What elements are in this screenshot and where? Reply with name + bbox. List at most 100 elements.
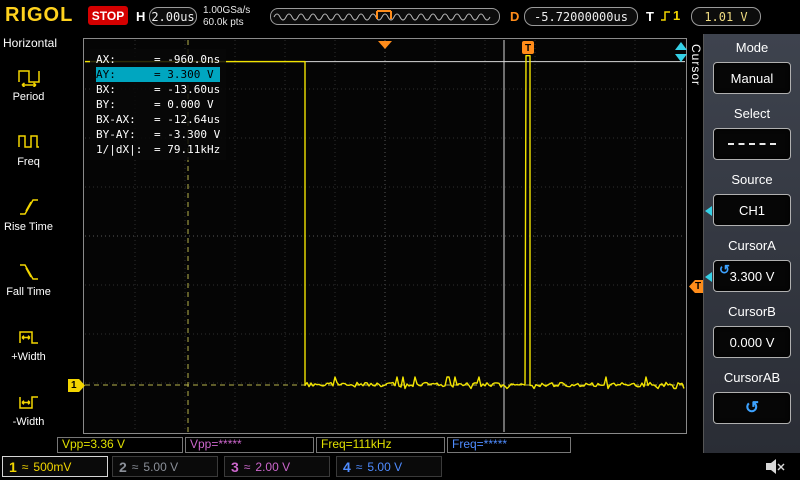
freq-icon xyxy=(17,134,39,148)
channel-number: 3 xyxy=(231,458,239,475)
menu-section-header: Select xyxy=(733,106,771,121)
sidebar-item-period[interactable]: Period xyxy=(0,52,57,117)
menu-section-cursor-a: CursorA ↺ 3.300 V xyxy=(704,236,800,302)
trigger-level-value[interactable]: 1.01 V xyxy=(691,7,761,26)
sidebar-item-label: Freq xyxy=(17,155,40,168)
channel4-block[interactable]: 4 ≈ 5.00 V xyxy=(336,456,442,477)
cursor-ab-button[interactable]: ↺ xyxy=(713,392,791,424)
menu-section-header: CursorA xyxy=(728,238,776,253)
measurement-vpp-ch3: Vpp=***** xyxy=(185,437,314,453)
select-button[interactable] xyxy=(713,128,791,160)
trigger-source-channel: 1 xyxy=(673,8,681,23)
coupling-icon: ≈ xyxy=(131,459,139,474)
cursor-readout-value: = -960.0ns xyxy=(154,53,221,66)
cursor-readout-row: BY-AY: = -3.300 V xyxy=(96,127,220,142)
channel2-block[interactable]: 2 ≈ 5.00 V xyxy=(112,456,218,477)
speaker-icon[interactable] xyxy=(764,458,786,480)
cursor-a-button[interactable]: ↺ 3.300 V xyxy=(713,260,791,292)
rigol-logo: RIGOL xyxy=(5,4,74,26)
cursor-readout-value: = 3.300 V xyxy=(154,68,214,81)
cursor-readout-row: AX: = -960.0ns xyxy=(96,52,220,67)
sidebar-item-label: Fall Time xyxy=(6,285,51,298)
cursor-readout-value: = -13.60us xyxy=(154,83,221,96)
measurement-freq-ch4: Freq=***** xyxy=(447,437,571,453)
coupling-icon: ≈ xyxy=(21,459,29,474)
rising-edge-icon xyxy=(661,10,670,21)
cursor-readout-value: = 79.11kHz xyxy=(154,143,221,156)
dashed-line-icon xyxy=(728,143,776,145)
menu-section-source: Source CH1 xyxy=(704,170,800,236)
cursor-readout-label: AY: xyxy=(96,68,116,81)
sidebar-item-minus-width[interactable]: -Width xyxy=(0,377,57,442)
minus-width-icon xyxy=(18,395,38,409)
measurement-freq-ch1: Freq=111kHz xyxy=(316,437,445,453)
channel-scale: 5.00 V xyxy=(367,459,403,474)
menu-section-header: CursorB xyxy=(728,304,776,319)
trigger-label: T xyxy=(646,9,654,24)
channel1-block[interactable]: 1 ≈ 500mV xyxy=(2,456,108,477)
adjust-left-arrow-icon xyxy=(705,272,712,282)
cursor-readout-row: BY: = 0.000 V xyxy=(96,97,220,112)
sidebar-item-freq[interactable]: Freq xyxy=(0,117,57,182)
cursor-menu-tab-label: Cursor xyxy=(689,44,703,87)
sidebar-item-label: +Width xyxy=(11,350,46,363)
memory-depth: 60.0k pts xyxy=(203,17,244,28)
measurement-row: Vpp=3.36 V Vpp=***** Freq=111kHz Freq=**… xyxy=(57,437,573,453)
cursor-readout-value: = 0.000 V xyxy=(154,98,214,111)
cursor-readout-label: 1/|dX|: xyxy=(96,143,143,156)
delay-label: D xyxy=(510,9,520,24)
coupling-icon: ≈ xyxy=(243,459,251,474)
timebase-position-strip[interactable] xyxy=(270,8,500,25)
cursor-a-value: 3.300 V xyxy=(729,268,775,284)
horizontal-label: H xyxy=(136,9,146,24)
waveform-grid-area: T AX: = -960.0ns AY: = 3.300 V BX: = -13.60… xyxy=(83,38,689,436)
adjust-left-arrow-icon xyxy=(705,206,712,216)
cursor-readout-label: AX: xyxy=(96,53,116,66)
channel-scale: 5.00 V xyxy=(143,459,179,474)
cursor-readout-label: BY-AY: xyxy=(96,128,136,141)
cursor-readout-row: BX: = -13.60us xyxy=(96,82,220,97)
menu-section-select: Select xyxy=(704,104,800,170)
rotate-knob-icon: ↺ xyxy=(744,398,760,417)
cursor-b-value: 0.000 V xyxy=(729,334,775,350)
sidebar-item-label: Rise Time xyxy=(4,220,53,233)
rise-time-icon xyxy=(19,198,38,215)
cursor-readout-panel: AX: = -960.0ns AY: = 3.300 V BX: = -13.60us… xyxy=(90,49,227,160)
menu-section-mode: Mode Manual xyxy=(704,38,800,104)
oscilloscope-screen: RIGOL STOP H 2.00us 1.00GSa/s 60.0k pts … xyxy=(0,0,800,480)
sidebar-item-label: -Width xyxy=(12,415,45,428)
acquisition-info: 1.00GSa/s 60.0k pts xyxy=(203,5,250,29)
menu-section-header: Mode xyxy=(735,40,769,55)
cursor-b-button[interactable]: 0.000 V xyxy=(713,326,791,358)
channel-scale: 500mV xyxy=(33,459,72,474)
cursor-readout-label: BX-AX: xyxy=(96,113,136,126)
period-icon xyxy=(17,69,40,87)
sidebar-item-plus-width[interactable]: +Width xyxy=(0,312,57,377)
cursor-readout-value: = -3.300 V xyxy=(154,128,221,141)
memory-waveform-icon xyxy=(273,10,491,21)
timebase-value[interactable]: 2.00us xyxy=(149,7,197,26)
source-button[interactable]: CH1 xyxy=(713,194,791,226)
trigger-delay-value[interactable]: -5.72000000us xyxy=(524,7,638,26)
cursor-readout-row: AY: = 3.300 V xyxy=(96,67,221,82)
sidebar-item-fall-time[interactable]: Fall Time xyxy=(0,247,57,312)
channel-status-bar: 1 ≈ 500mV 2 ≈ 5.00 V 3 ≈ 2.00 V 4 ≈ 5.00… xyxy=(0,453,800,480)
cursor-readout-row: BX-AX: = -12.64us xyxy=(96,112,220,127)
sidebar-title: Horizontal xyxy=(3,36,58,50)
sidebar-item-rise-time[interactable]: Rise Time xyxy=(0,182,57,247)
plus-width-icon xyxy=(18,330,38,344)
channel-number: 1 xyxy=(9,458,17,475)
channel3-block[interactable]: 3 ≈ 2.00 V xyxy=(224,456,330,477)
fall-time-icon xyxy=(19,263,38,280)
sidebar-item-label: Period xyxy=(12,90,45,103)
mode-button[interactable]: Manual xyxy=(713,62,791,94)
coupling-icon: ≈ xyxy=(355,459,363,474)
run-state-badge[interactable]: STOP xyxy=(88,6,128,25)
top-status-bar: RIGOL STOP H 2.00us 1.00GSa/s 60.0k pts … xyxy=(0,0,800,34)
measure-sidebar: Horizontal Period Freq Rise Time Fall Ti… xyxy=(0,34,57,453)
svg-text:T: T xyxy=(525,43,531,54)
trigger-source-indicator[interactable]: 1 xyxy=(659,8,680,23)
measurement-vpp-ch1: Vpp=3.36 V xyxy=(57,437,183,453)
menu-section-cursor-b: CursorB 0.000 V xyxy=(704,302,800,368)
cursor-readout-label: BY: xyxy=(96,98,116,111)
